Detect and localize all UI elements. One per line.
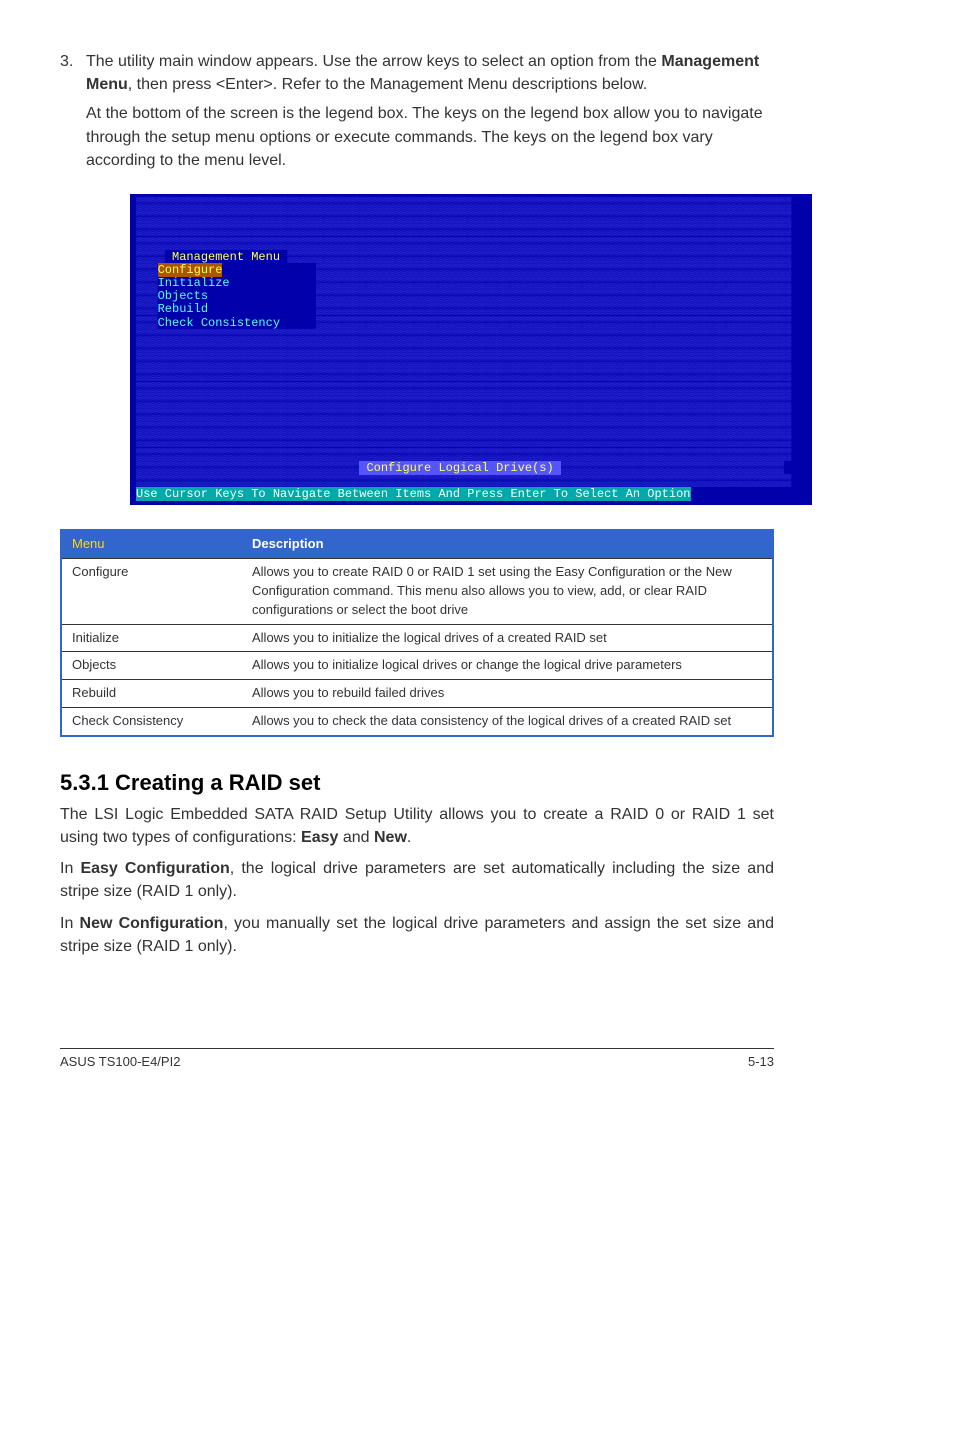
p1-suffix: .	[407, 829, 411, 846]
step-para-1: The utility main window appears. Use the…	[86, 50, 774, 96]
cell-desc: Allows you to initialize logical drives …	[242, 652, 773, 680]
footer-right: 5-13	[748, 1053, 774, 1072]
footer-left: ASUS TS100-E4/PI2	[60, 1053, 180, 1072]
p2-bold: Easy Configuration	[80, 860, 229, 877]
console-status: Configure Logical Drive(s)	[359, 461, 561, 475]
console-item-rebuild: Rebuild	[158, 302, 208, 316]
table-header-desc: Description	[242, 530, 773, 558]
p1-b2: New	[374, 829, 407, 846]
cell-menu: Check Consistency	[61, 708, 242, 736]
console-screenshot: ▒▒▒▒▒▒▒▒▒▒▒▒▒▒▒▒▒▒▒▒▒▒▒▒▒▒▒▒▒▒▒▒▒▒▒▒▒▒▒▒…	[130, 194, 812, 505]
cell-menu: Objects	[61, 652, 242, 680]
cell-menu: Configure	[61, 559, 242, 625]
section-p3: In New Configuration, you manually set t…	[60, 912, 774, 958]
console-item-objects: Objects	[158, 289, 208, 303]
table-row: Configure Allows you to create RAID 0 or…	[61, 559, 773, 625]
console-menu-header: Management Menu	[165, 250, 287, 264]
section-heading: 5.3.1 Creating a RAID set	[60, 767, 774, 799]
step-number: 3.	[60, 50, 86, 178]
console-item-configure: Configure	[158, 263, 223, 277]
section-p1: The LSI Logic Embedded SATA RAID Setup U…	[60, 803, 774, 849]
section-p2: In Easy Configuration, the logical drive…	[60, 857, 774, 903]
p1-b1: Easy	[301, 829, 338, 846]
p1-prefix: The LSI Logic Embedded SATA RAID Setup U…	[60, 806, 774, 846]
p3-bold: New Configuration	[80, 915, 224, 932]
step-para1-suffix: , then press <Enter>. Refer to the Manag…	[128, 76, 647, 93]
console-item-check: Check Consistency	[158, 316, 280, 330]
console-item-initialize: Initialize	[158, 276, 230, 290]
step-block: 3. The utility main window appears. Use …	[60, 50, 774, 178]
cell-menu: Initialize	[61, 624, 242, 652]
table-header-menu: Menu	[61, 530, 242, 558]
cell-desc: Allows you to check the data consistency…	[242, 708, 773, 736]
page-footer: ASUS TS100-E4/PI2 5-13	[60, 1048, 774, 1072]
step-para-2: At the bottom of the screen is the legen…	[86, 102, 774, 172]
cell-menu: Rebuild	[61, 680, 242, 708]
p1-mid: and	[338, 829, 374, 846]
p3-prefix: In	[60, 915, 80, 932]
cell-desc: Allows you to create RAID 0 or RAID 1 se…	[242, 559, 773, 625]
table-row: Objects Allows you to initialize logical…	[61, 652, 773, 680]
table-row: Check Consistency Allows you to check th…	[61, 708, 773, 736]
p2-prefix: In	[60, 860, 80, 877]
table-row: Initialize Allows you to initialize the …	[61, 624, 773, 652]
table-row: Rebuild Allows you to rebuild failed dri…	[61, 680, 773, 708]
step-para1-prefix: The utility main window appears. Use the…	[86, 53, 661, 70]
console-footer: Use Cursor Keys To Navigate Between Item…	[136, 487, 691, 501]
step-content: The utility main window appears. Use the…	[86, 50, 774, 178]
menu-description-table: Menu Description Configure Allows you to…	[60, 529, 774, 737]
cell-desc: Allows you to initialize the logical dri…	[242, 624, 773, 652]
section-body: The LSI Logic Embedded SATA RAID Setup U…	[60, 803, 774, 958]
cell-desc: Allows you to rebuild failed drives	[242, 680, 773, 708]
